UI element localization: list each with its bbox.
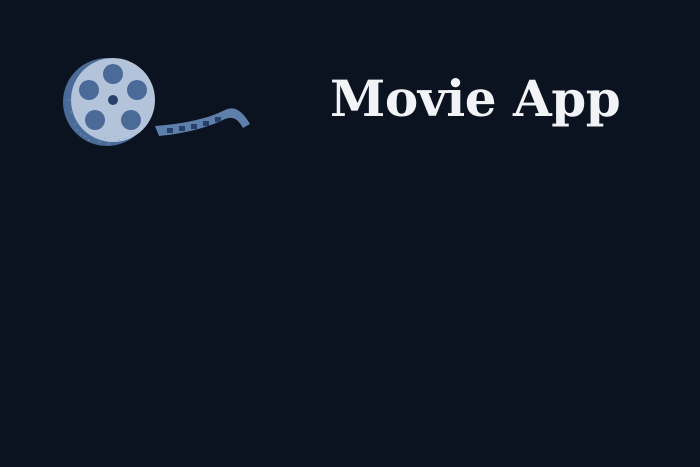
film-reel-graphic xyxy=(63,58,250,146)
film-reel-icon xyxy=(55,52,255,152)
reel-hub xyxy=(108,95,118,105)
app-screen: Movie App xyxy=(0,0,700,467)
app-title: Movie App xyxy=(330,69,621,128)
film-strip xyxy=(155,108,250,136)
